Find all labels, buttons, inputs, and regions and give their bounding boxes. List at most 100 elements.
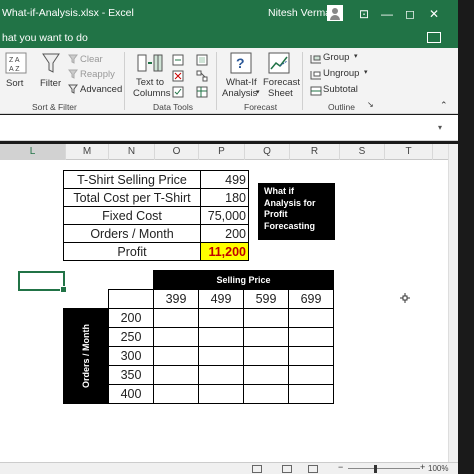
- input-value-cell[interactable]: 180: [200, 188, 249, 207]
- column-header-n[interactable]: N: [109, 144, 155, 160]
- price-header-cell[interactable]: 399: [153, 289, 199, 309]
- result-cell[interactable]: [198, 384, 244, 404]
- result-cell[interactable]: [243, 327, 289, 347]
- data-table-formula-cell[interactable]: [108, 289, 154, 309]
- subtotal-button[interactable]: Subtotal: [323, 84, 358, 95]
- tell-me-input[interactable]: hat you want to do: [2, 32, 88, 44]
- maximize-button[interactable]: ◻: [400, 4, 420, 24]
- forecast-sheet-label-1[interactable]: Forecast: [263, 77, 300, 88]
- user-name[interactable]: Nitesh Verma: [268, 7, 331, 19]
- minimize-button[interactable]: —: [377, 4, 397, 24]
- result-cell[interactable]: [243, 308, 289, 328]
- orders-cell[interactable]: 300: [108, 346, 154, 366]
- active-cell-selection[interactable]: [18, 271, 67, 293]
- profit-label-cell[interactable]: Profit: [63, 242, 201, 261]
- ungroup-button[interactable]: Ungroup: [323, 68, 359, 79]
- result-cell[interactable]: [288, 384, 334, 404]
- chevron-down-icon[interactable]: ▾: [364, 68, 368, 76]
- close-button[interactable]: ✕: [424, 4, 444, 24]
- result-cell[interactable]: [243, 365, 289, 385]
- expand-formula-bar-icon[interactable]: ▾: [438, 123, 442, 132]
- column-header-o[interactable]: O: [155, 144, 199, 160]
- result-cell[interactable]: [153, 384, 199, 404]
- remove-duplicates-icon[interactable]: [172, 70, 184, 82]
- column-header-p[interactable]: P: [199, 144, 245, 160]
- advanced-button[interactable]: Advanced: [80, 84, 122, 95]
- formula-bar[interactable]: ▾: [0, 115, 458, 141]
- profit-value-cell[interactable]: 11,200: [200, 242, 249, 261]
- column-header-m[interactable]: M: [66, 144, 109, 160]
- result-cell[interactable]: [153, 346, 199, 366]
- orders-cell[interactable]: 400: [108, 384, 154, 404]
- column-header-s[interactable]: S: [340, 144, 385, 160]
- forecast-sheet-label-2[interactable]: Sheet: [268, 88, 293, 99]
- input-label-cell[interactable]: Fixed Cost: [63, 206, 201, 225]
- result-cell[interactable]: [288, 308, 334, 328]
- consolidate-icon[interactable]: [196, 54, 208, 66]
- sort-icon[interactable]: Z A A Z: [5, 52, 27, 74]
- what-if-label-2[interactable]: Analysis: [222, 88, 257, 99]
- normal-view-icon[interactable]: [252, 465, 262, 473]
- orders-month-header[interactable]: Orders / Month: [63, 308, 109, 404]
- result-cell[interactable]: [198, 365, 244, 385]
- filter-icon[interactable]: [42, 52, 60, 74]
- text-to-columns-label-1[interactable]: Text to: [136, 77, 164, 88]
- flash-fill-icon[interactable]: [172, 54, 184, 66]
- zoom-slider-track[interactable]: [348, 468, 420, 469]
- what-if-analysis-icon[interactable]: ?: [230, 52, 252, 74]
- result-cell[interactable]: [288, 365, 334, 385]
- share-icon[interactable]: [427, 32, 441, 43]
- chevron-down-icon[interactable]: ▾: [256, 88, 260, 96]
- text-to-columns-label-2[interactable]: Columns: [133, 88, 171, 99]
- ribbon-display-options-button[interactable]: ⊡: [354, 4, 374, 24]
- chevron-down-icon[interactable]: ▾: [354, 52, 358, 60]
- clear-button[interactable]: Clear: [80, 54, 103, 65]
- outline-dialog-launcher-icon[interactable]: ↘: [367, 100, 374, 109]
- selling-price-header[interactable]: Selling Price: [153, 270, 334, 290]
- column-header-r[interactable]: R: [290, 144, 340, 160]
- what-if-label-1[interactable]: What-If: [226, 77, 257, 88]
- input-value-cell[interactable]: 75,000: [200, 206, 249, 225]
- result-cell[interactable]: [243, 346, 289, 366]
- input-label-cell[interactable]: T-Shirt Selling Price: [63, 170, 201, 189]
- sort-button[interactable]: Sort: [6, 78, 23, 89]
- group-button[interactable]: Group: [323, 52, 349, 63]
- result-cell[interactable]: [288, 346, 334, 366]
- price-header-cell[interactable]: 599: [243, 289, 289, 309]
- input-label-cell[interactable]: Total Cost per T-Shirt: [63, 188, 201, 207]
- input-value-cell[interactable]: 499: [200, 170, 249, 189]
- orders-cell[interactable]: 350: [108, 365, 154, 385]
- forecast-sheet-icon[interactable]: [268, 52, 290, 74]
- page-layout-view-icon[interactable]: [282, 465, 292, 473]
- input-value-cell[interactable]: 200: [200, 224, 249, 243]
- data-validation-icon[interactable]: [172, 86, 184, 98]
- zoom-slider-thumb[interactable]: [374, 465, 377, 473]
- column-header-q[interactable]: Q: [245, 144, 290, 160]
- relationships-icon[interactable]: [196, 70, 208, 82]
- zoom-level[interactable]: 100%: [428, 464, 448, 473]
- orders-cell[interactable]: 200: [108, 308, 154, 328]
- vertical-scrollbar[interactable]: [448, 144, 458, 462]
- manage-data-model-icon[interactable]: [196, 86, 208, 98]
- result-cell[interactable]: [153, 365, 199, 385]
- page-break-view-icon[interactable]: [308, 465, 318, 473]
- result-cell[interactable]: [153, 308, 199, 328]
- text-to-columns-icon[interactable]: [137, 52, 163, 74]
- user-avatar-icon[interactable]: [327, 5, 343, 21]
- result-cell[interactable]: [153, 327, 199, 347]
- result-cell[interactable]: [198, 327, 244, 347]
- collapse-ribbon-icon[interactable]: ⌃: [440, 100, 448, 111]
- result-cell[interactable]: [243, 384, 289, 404]
- zoom-out-icon[interactable]: −: [338, 462, 343, 472]
- input-label-cell[interactable]: Orders / Month: [63, 224, 201, 243]
- result-cell[interactable]: [288, 327, 334, 347]
- column-header-t[interactable]: T: [385, 144, 433, 160]
- reapply-button[interactable]: Reapply: [80, 69, 115, 80]
- zoom-in-icon[interactable]: +: [420, 462, 425, 472]
- column-header-l[interactable]: L: [0, 144, 66, 160]
- result-cell[interactable]: [198, 346, 244, 366]
- price-header-cell[interactable]: 499: [198, 289, 244, 309]
- worksheet-grid[interactable]: T-Shirt Selling Price 499 Total Cost per…: [0, 160, 448, 462]
- filter-button[interactable]: Filter: [40, 78, 61, 89]
- result-cell[interactable]: [198, 308, 244, 328]
